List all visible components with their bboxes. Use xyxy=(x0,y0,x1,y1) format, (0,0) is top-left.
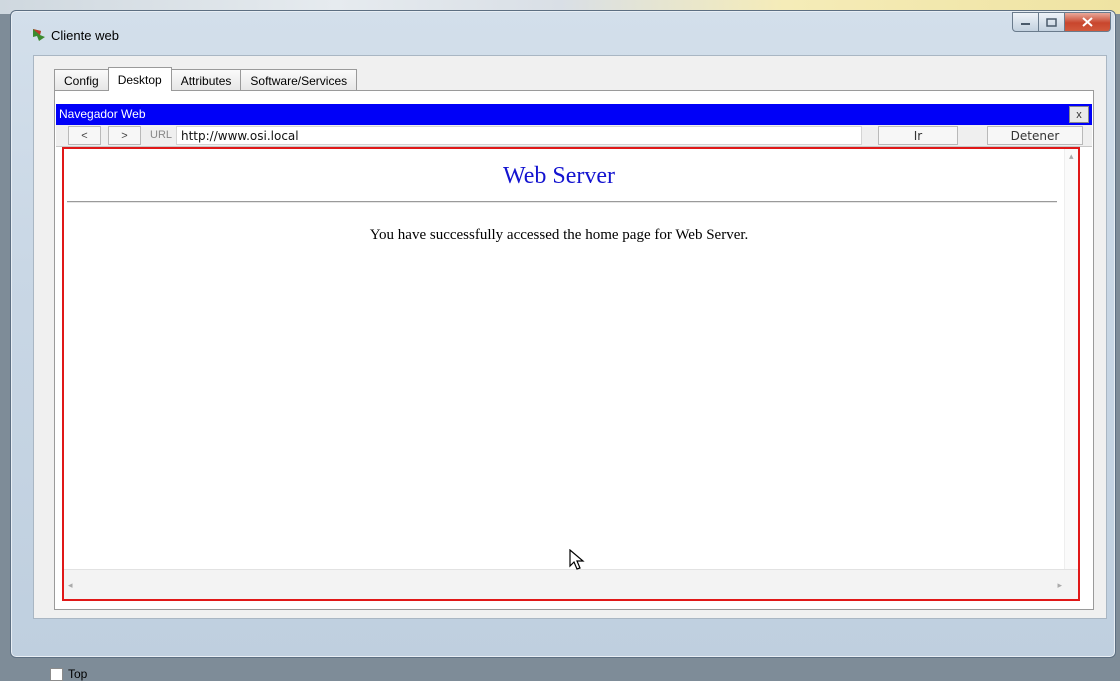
browser-title-bar: Navegador Web x xyxy=(56,104,1092,125)
url-label: URL xyxy=(150,129,173,141)
go-button[interactable]: Ir xyxy=(878,126,958,145)
forward-button[interactable]: > xyxy=(108,126,141,145)
tab-software-services[interactable]: Software/Services xyxy=(240,69,358,91)
close-button[interactable] xyxy=(1065,12,1111,32)
window-controls xyxy=(1012,12,1111,32)
scroll-right-icon: ▸ xyxy=(1057,580,1062,590)
close-icon xyxy=(1082,17,1093,27)
browser-nav-row: < > URL http://www.osi.local Ir Detener xyxy=(56,125,1092,147)
page-heading: Web Server xyxy=(502,163,616,189)
horizontal-scrollbar[interactable]: ◂ ▸ xyxy=(64,569,1078,599)
top-checkbox[interactable] xyxy=(50,667,63,681)
scroll-left-icon: ◂ xyxy=(68,580,73,590)
minimize-icon xyxy=(1021,23,1030,25)
device-panel: Config Desktop Attributes Software/Servi… xyxy=(33,55,1107,681)
app-window: Cliente web Config Desktop Attributes So… xyxy=(10,10,1116,681)
window-title: Cliente web xyxy=(51,28,119,43)
maximize-button[interactable] xyxy=(1039,12,1065,32)
back-button[interactable]: < xyxy=(68,126,101,145)
mouse-cursor-icon xyxy=(569,549,585,570)
packet-tracer-icon xyxy=(33,29,45,41)
scroll-up-icon: ▴ xyxy=(1069,151,1074,161)
tab-attributes[interactable]: Attributes xyxy=(170,69,242,91)
tab-bar: Config Desktop Attributes Software/Servi… xyxy=(54,67,358,91)
browser-title: Navegador Web xyxy=(59,107,146,121)
browser-close-button[interactable]: x xyxy=(1069,106,1089,123)
tab-desktop[interactable]: Desktop xyxy=(107,67,172,91)
url-input[interactable]: http://www.osi.local xyxy=(176,126,862,145)
heading-divider xyxy=(67,201,1057,203)
stop-button[interactable]: Detener xyxy=(987,126,1083,145)
minimize-button[interactable] xyxy=(1012,12,1039,32)
desktop-panel: Navegador Web x < > URL http://www.osi.l… xyxy=(54,90,1094,610)
page-body-text: You have successfully accessed the home … xyxy=(369,227,749,243)
maximize-icon xyxy=(1046,17,1057,27)
top-checkbox-label: Top xyxy=(68,667,88,681)
tab-config[interactable]: Config xyxy=(54,69,109,91)
web-page-content[interactable]: Web Server You have successfully accesse… xyxy=(62,147,1080,601)
vertical-scrollbar[interactable]: ▴ xyxy=(1064,149,1078,569)
title-bar: Cliente web xyxy=(11,11,1115,57)
top-option: Top xyxy=(50,667,87,681)
